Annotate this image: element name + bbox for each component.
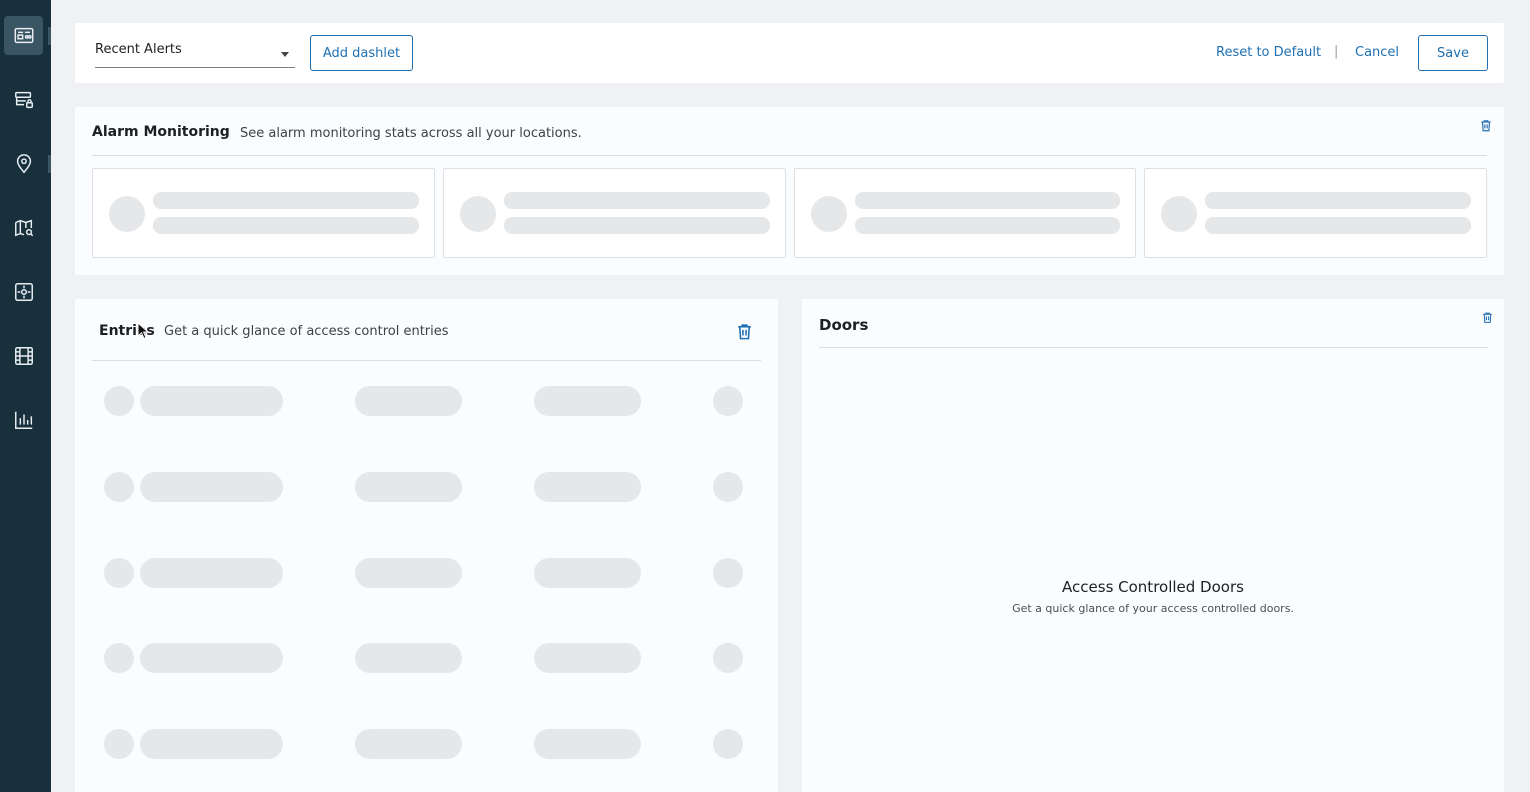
alarm-monitoring-dashlet: Alarm Monitoring See alarm monitoring st… (75, 107, 1504, 275)
skeleton-bar (534, 643, 641, 673)
skeleton-circle (104, 472, 134, 502)
skeleton-circle (104, 386, 134, 416)
entries-divider (92, 360, 761, 361)
doors-title: Doors (819, 316, 869, 334)
doors-dashlet: Doors Access Controlled Doors Get a quic… (802, 299, 1504, 792)
skeleton-circle (713, 729, 743, 759)
entries-dashlet: Entries Get a quick glance of access con… (75, 299, 778, 792)
skeleton-circle (713, 643, 743, 673)
skeleton-bar (504, 192, 770, 209)
stat-card-skeleton (794, 168, 1136, 258)
skeleton-circle (104, 729, 134, 759)
sidebar-nav (0, 0, 51, 792)
skeleton-bar (140, 643, 283, 673)
sidebar-item-locations[interactable] (4, 144, 43, 183)
skeleton-circle (1161, 196, 1197, 232)
sidebar-item-devices[interactable] (4, 80, 43, 119)
bar-chart-icon (14, 411, 32, 429)
film-icon (14, 346, 33, 365)
alarm-monitoring-title: Alarm Monitoring (92, 124, 230, 140)
sensor-icon (14, 282, 33, 301)
save-button[interactable]: Save (1418, 35, 1488, 71)
skeleton-bar (355, 472, 462, 502)
skeleton-bar (504, 217, 770, 234)
skeleton-bar (153, 192, 419, 209)
skeleton-bar (1205, 192, 1471, 209)
sidebar-item-video[interactable] (4, 336, 43, 375)
toolbar-separator: | (1334, 44, 1339, 59)
skeleton-bar (140, 558, 283, 588)
skeleton-bar (140, 472, 283, 502)
dashlet-select-value: Recent Alerts (95, 42, 182, 57)
skeleton-bar (1205, 217, 1471, 234)
sidebar-item-alarms[interactable] (4, 272, 43, 311)
dashlet-select[interactable]: Recent Alerts (95, 39, 295, 68)
skeleton-bar (534, 472, 641, 502)
stat-card-skeleton (1144, 168, 1487, 258)
skeleton-bar (153, 217, 419, 234)
stat-card-skeleton (443, 168, 786, 258)
active-indicator (48, 27, 51, 45)
skeleton-circle (109, 196, 145, 232)
chevron-down-icon (281, 52, 289, 57)
add-dashlet-button[interactable]: Add dashlet (310, 35, 413, 71)
skeleton-bar (534, 729, 641, 759)
dashboard-icon (14, 27, 33, 43)
skeleton-bar (355, 386, 462, 416)
skeleton-circle (713, 386, 743, 416)
skeleton-bar (534, 558, 641, 588)
alarm-monitoring-subtitle: See alarm monitoring stats across all yo… (240, 126, 582, 141)
skeleton-bar (355, 643, 462, 673)
skeleton-bar (855, 192, 1120, 209)
trash-icon[interactable] (1479, 118, 1493, 133)
nav-tick (48, 155, 51, 173)
skeleton-bar (534, 386, 641, 416)
skeleton-bar (355, 729, 462, 759)
skeleton-bar (855, 217, 1120, 234)
sidebar-item-reports[interactable] (4, 400, 43, 439)
skeleton-bar (140, 386, 283, 416)
map-search-icon (14, 219, 33, 236)
skeleton-circle (713, 472, 743, 502)
skeleton-circle (713, 558, 743, 588)
skeleton-circle (104, 558, 134, 588)
skeleton-circle (104, 643, 134, 673)
sidebar-item-dashboard[interactable] (4, 16, 43, 55)
doors-empty-title: Access Controlled Doors (1062, 578, 1244, 596)
stat-card-skeleton (92, 168, 435, 258)
trash-icon[interactable] (1481, 310, 1494, 325)
skeleton-bar (355, 558, 462, 588)
mouse-cursor-icon (137, 322, 149, 340)
skeleton-bar (140, 729, 283, 759)
entries-subtitle: Get a quick glance of access control ent… (164, 324, 449, 339)
server-lock-icon (14, 91, 33, 108)
cancel-link[interactable]: Cancel (1355, 45, 1399, 60)
doors-empty-subtitle: Get a quick glance of your access contro… (1012, 602, 1294, 615)
skeleton-circle (811, 196, 847, 232)
reset-to-default-link[interactable]: Reset to Default (1216, 45, 1321, 60)
sidebar-item-maps[interactable] (4, 208, 43, 247)
skeleton-circle (460, 196, 496, 232)
trash-icon[interactable] (735, 321, 754, 342)
alarm-monitoring-divider (92, 155, 1487, 156)
dashboard-toolbar: Recent Alerts Add dashlet Reset to Defau… (75, 23, 1504, 83)
doors-divider (819, 347, 1488, 348)
location-pin-icon (16, 153, 31, 173)
